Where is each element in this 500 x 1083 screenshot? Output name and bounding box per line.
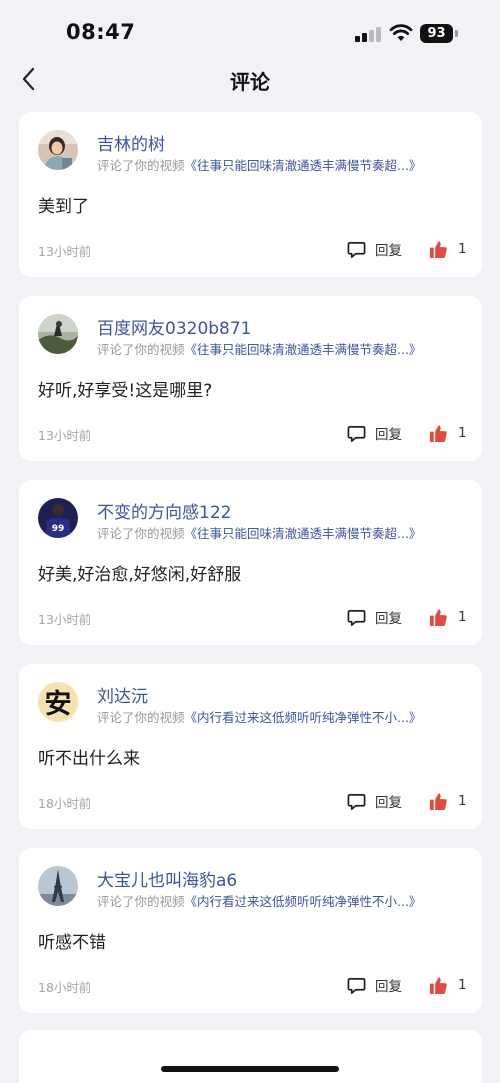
user-name[interactable]: 不变的方向感122 (97, 498, 231, 523)
page-title: 评论 (230, 70, 270, 94)
reply-label: 回复 (375, 611, 402, 627)
jersey-99-avatar-icon: 99 (38, 498, 78, 538)
comment-card[interactable]: 安 刘达沅 评论了你的视频《内行看过来这低频听听纯净弹性不小...》 听不出什么… (19, 664, 482, 829)
comment-list: 吉林的树 评论了你的视频《往事只能回味清澈通透丰满慢节奏超...》 美到了 13… (19, 112, 482, 1032)
avatar[interactable] (38, 130, 78, 170)
comment-text: 听感不错 (38, 933, 106, 953)
reply-label: 回复 (375, 795, 402, 811)
reply-bubble-icon (347, 609, 366, 626)
context-prefix: 评论了你的视频 (97, 710, 185, 725)
comment-card-partial[interactable] (19, 1030, 482, 1083)
thumbs-up-icon (429, 424, 447, 442)
comment-context: 评论了你的视频《往事只能回味清澈通透丰满慢节奏超...》 (97, 523, 472, 542)
comment-time: 13小时前 (38, 612, 92, 627)
comment-text: 美到了 (38, 197, 89, 217)
context-prefix: 评论了你的视频 (97, 158, 185, 173)
context-prefix: 评论了你的视频 (97, 526, 185, 541)
comment-card[interactable]: 吉林的树 评论了你的视频《往事只能回味清澈通透丰满慢节奏超...》 美到了 13… (19, 112, 482, 277)
like-count: 1 (458, 241, 467, 257)
reply-button[interactable]: 回复 (347, 790, 402, 812)
comment-text: 好听,好享受!这是哪里? (38, 381, 213, 401)
like-button[interactable]: 1 (429, 238, 467, 260)
like-count: 1 (458, 425, 467, 441)
comment-text: 听不出什么来 (38, 749, 140, 769)
video-title-link[interactable]: 《往事只能回味清澈通透丰满慢节奏超...》 (185, 526, 422, 541)
reply-button[interactable]: 回复 (347, 422, 402, 444)
status-bar: 08:47 93 (0, 0, 500, 56)
context-prefix: 评论了你的视频 (97, 894, 185, 909)
photo-landscape-avatar-icon (38, 314, 78, 354)
reply-bubble-icon (347, 241, 366, 258)
reply-label: 回复 (375, 427, 402, 443)
thumbs-up-icon (429, 608, 447, 626)
status-time: 08:47 (66, 20, 136, 44)
comment-context: 评论了你的视频《内行看过来这低频听听纯净弹性不小...》 (97, 707, 472, 726)
comment-time: 18小时前 (38, 980, 92, 995)
eiffel-tower-avatar-icon (38, 866, 78, 906)
home-indicator[interactable] (161, 1066, 339, 1072)
thumbs-up-icon (429, 240, 447, 258)
comment-card[interactable]: 大宝儿也叫海豹a6 评论了你的视频《内行看过来这低频听听纯净弹性不小...》 听… (19, 848, 482, 1013)
avatar[interactable]: 99 (38, 498, 78, 538)
thumbs-up-icon (429, 976, 447, 994)
nav-bar: 评论 (0, 56, 500, 100)
comment-time: 13小时前 (38, 428, 92, 443)
like-button[interactable]: 1 (429, 974, 467, 996)
comment-time: 13小时前 (38, 244, 92, 259)
video-title-link[interactable]: 《往事只能回味清澈通透丰满慢节奏超...》 (185, 158, 422, 173)
reply-button[interactable]: 回复 (347, 238, 402, 260)
reply-bubble-icon (347, 977, 366, 994)
battery-tip (455, 30, 458, 37)
avatar[interactable] (38, 866, 78, 906)
user-name[interactable]: 刘达沅 (97, 682, 148, 707)
comment-card[interactable]: 99 不变的方向感122 评论了你的视频《往事只能回味清澈通透丰满慢节奏超...… (19, 480, 482, 645)
reply-label: 回复 (375, 243, 402, 259)
like-button[interactable]: 1 (429, 790, 467, 812)
reply-bubble-icon (347, 793, 366, 810)
like-button[interactable]: 1 (429, 606, 467, 628)
photo-woman-avatar-icon (38, 130, 78, 170)
like-count: 1 (458, 793, 467, 809)
like-count: 1 (458, 609, 467, 625)
reply-bubble-icon (347, 425, 366, 442)
comment-context: 评论了你的视频《往事只能回味清澈通透丰满慢节奏超...》 (97, 155, 472, 174)
like-button[interactable]: 1 (429, 422, 467, 444)
an-character-avatar-icon: 安 (38, 682, 78, 722)
reply-button[interactable]: 回复 (347, 974, 402, 996)
thumbs-up-icon (429, 792, 447, 810)
comment-context: 评论了你的视频《内行看过来这低频听听纯净弹性不小...》 (97, 891, 472, 910)
user-name[interactable]: 吉林的树 (97, 130, 165, 155)
avatar[interactable]: 安 (38, 682, 78, 722)
reply-button[interactable]: 回复 (347, 606, 402, 628)
reply-label: 回复 (375, 979, 402, 995)
video-title-link[interactable]: 《内行看过来这低频听听纯净弹性不小...》 (185, 894, 422, 909)
comment-card[interactable]: 百度网友0320b871 评论了你的视频《往事只能回味清澈通透丰满慢节奏超...… (19, 296, 482, 461)
comments-screen: 08:47 93 评论 吉林的树 评论了你的视频《往事只能回味清澈通透丰满慢节奏… (0, 0, 500, 1083)
video-title-link[interactable]: 《内行看过来这低频听听纯净弹性不小...》 (185, 710, 422, 725)
comment-text: 好美,好治愈,好悠闲,好舒服 (38, 565, 242, 585)
comment-context: 评论了你的视频《往事只能回味清澈通透丰满慢节奏超...》 (97, 339, 472, 358)
wifi-icon (389, 24, 413, 41)
user-name[interactable]: 百度网友0320b871 (97, 314, 252, 339)
avatar-character: 安 (45, 689, 72, 720)
like-count: 1 (458, 977, 467, 993)
context-prefix: 评论了你的视频 (97, 342, 185, 357)
cellular-signal-icon (355, 26, 381, 42)
user-name[interactable]: 大宝儿也叫海豹a6 (97, 866, 237, 891)
video-title-link[interactable]: 《往事只能回味清澈通透丰满慢节奏超...》 (185, 342, 422, 357)
comment-time: 18小时前 (38, 796, 92, 811)
avatar[interactable] (38, 314, 78, 354)
battery-indicator: 93 (420, 24, 453, 43)
svg-text:99: 99 (52, 524, 65, 534)
